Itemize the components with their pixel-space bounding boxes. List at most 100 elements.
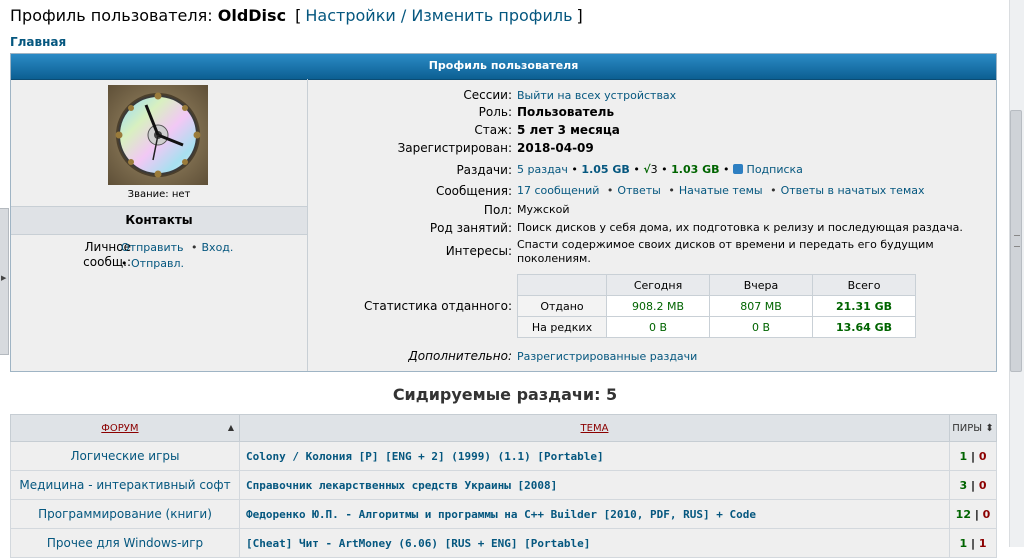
profile-panel: Профиль пользователя Звание: нет Контакт… — [10, 53, 997, 372]
bullet: • — [571, 163, 578, 176]
seeding-table: ФОРУМ ▲ ТЕМА ПИРЫ ⬍ Логические игры Colon… — [10, 414, 997, 558]
pm-sent-link[interactable]: Отправл. — [131, 257, 184, 270]
started-topics-link[interactable]: Начатые темы — [679, 184, 763, 197]
role-value: Пользователь — [517, 105, 615, 119]
stats-cell: 21.31 GB — [812, 295, 916, 317]
breadcrumb-home[interactable]: Главная — [10, 35, 66, 49]
pm-links: Отправить • Вход. • Отправл. — [121, 240, 233, 272]
forum-link[interactable]: Прочее для Windows-игр — [47, 536, 203, 550]
col-forum-label: ФОРУМ — [101, 422, 139, 434]
chevron-right-icon: ▶ — [1, 274, 7, 282]
pm-inbox-link[interactable]: Вход. — [202, 241, 234, 254]
registered-label: Зарегистрирован: — [397, 141, 512, 155]
sessions-label: Сессии: — [463, 88, 512, 102]
table-row: Медицина - интерактивный софт Справочник… — [10, 470, 997, 500]
replies-link[interactable]: Ответы — [617, 184, 660, 197]
forum-link[interactable]: Программирование (книги) — [38, 507, 212, 521]
stats-col-total: Всего — [812, 274, 916, 296]
stats-row-label: На редких — [517, 316, 607, 338]
bullet: • — [606, 184, 614, 197]
stats-cell: 0 B — [709, 316, 813, 338]
stats-corner — [517, 274, 607, 296]
stats-col-today: Сегодня — [606, 274, 710, 296]
topic-link[interactable]: Справочник лекарственных средств Украины… — [246, 479, 557, 492]
col-topic-label: ТЕМА — [580, 422, 609, 434]
table-row: Прочее для Windows-игр [Cheat] Чит - Art… — [10, 528, 997, 558]
sort-up-icon: ▲ — [227, 422, 234, 432]
interests-label: Интересы: — [445, 244, 512, 258]
occupation-label: Род занятий: — [429, 221, 512, 235]
stats-cell: 908.2 MB — [606, 295, 710, 317]
occupation-value: Поиск дисков у себя дома, их подготовка … — [517, 221, 963, 234]
bullet: • — [661, 163, 668, 176]
gender-label: Пол: — [483, 203, 512, 217]
stats-cell: 13.64 GB — [812, 316, 916, 338]
forum-link[interactable]: Логические игры — [71, 449, 180, 463]
leech-count: 0 — [982, 507, 991, 521]
left-sidebar-toggle[interactable]: ▶ — [0, 208, 9, 355]
avatar — [108, 85, 208, 185]
bullet: • — [633, 163, 640, 176]
logout-all-link[interactable]: Выйти на всех устройствах — [517, 89, 676, 102]
messages-count-link[interactable]: 17 сообщений — [517, 184, 599, 197]
edit-profile-link[interactable]: Настройки / Изменить профиль — [305, 6, 572, 25]
user-rank: Звание: нет — [127, 189, 191, 200]
seeding-title: Сидируемые раздачи: 5 — [392, 385, 618, 404]
profile-title: Профиль пользователя — [11, 54, 996, 80]
releases-label: Раздачи: — [456, 163, 512, 177]
table-row: Логические игры Colony / Колония [P] [EN… — [10, 441, 997, 471]
rss-icon — [733, 164, 744, 174]
upload-stats-table: Сегодня Вчера Всего Отдано 908.2 MB 807 … — [517, 274, 916, 338]
topic-link[interactable]: [Cheat] Чит - ArtMoney (6.06) [RUS + ENG… — [246, 537, 590, 550]
col-peers-header[interactable]: ПИРЫ ⬍ — [949, 414, 997, 442]
messages-label: Сообщения: — [435, 184, 512, 198]
bullet: • — [121, 257, 128, 270]
upload-stats-label: Статистика отданного: — [363, 299, 512, 313]
leech-count: 0 — [978, 449, 987, 463]
forum-link[interactable]: Медицина - интерактивный софт — [19, 478, 230, 492]
profile-info: Сессии: Выйти на всех устройствах Роль: … — [307, 79, 996, 371]
checked-count: 3 — [650, 163, 658, 176]
registered-value: 2018-04-09 — [517, 141, 594, 155]
topic-link[interactable]: Colony / Колония [P] [ENG + 2] (1999) (1… — [246, 450, 604, 463]
check-icon: √ — [643, 163, 651, 176]
unregistered-releases-link[interactable]: Разрегистрированные раздачи — [517, 350, 697, 363]
gender-value: Мужской — [517, 203, 570, 216]
stats-cell: 0 B — [606, 316, 710, 338]
stats-row-label: Отдано — [517, 295, 607, 317]
sort-icon: ⬍ — [985, 422, 994, 434]
releases-size: 1.05 GB — [581, 163, 630, 176]
seeds-count: 12 — [955, 507, 971, 521]
col-forum-header[interactable]: ФОРУМ ▲ — [10, 414, 240, 442]
table-row: Программирование (книги) Федоренко Ю.П. … — [10, 499, 997, 529]
vertical-scrollbar[interactable] — [1009, 0, 1024, 547]
tenure-label: Стаж: — [474, 123, 512, 137]
header-prefix: Профиль пользователя: — [10, 6, 213, 25]
page-header: Профиль пользователя: OldDisc [Настройки… — [10, 6, 587, 25]
leech-count: 0 — [978, 478, 987, 492]
header-username: OldDisc — [217, 6, 287, 25]
bullet: • — [191, 241, 198, 254]
leech-count: 1 — [978, 536, 987, 550]
topic-link[interactable]: Федоренко Ю.П. - Алгоритмы и программы н… — [246, 508, 756, 521]
extra-label: Дополнительно: — [408, 349, 512, 363]
profile-left-column: Звание: нет Контакты Личное сообщ.: Отпр… — [11, 79, 308, 371]
col-peers-label: ПИРЫ — [952, 422, 983, 434]
bracket-close: ] — [576, 6, 583, 25]
replies-in-topics-link[interactable]: Ответы в начатых темах — [781, 184, 925, 197]
scrollbar-grip-icon — [1014, 235, 1020, 247]
stats-cell: 807 MB — [709, 295, 813, 317]
pm-label: Личное сообщ.: — [83, 240, 131, 269]
pm-send-link[interactable]: Отправить — [121, 241, 184, 254]
contacts-title: Контакты — [11, 206, 307, 235]
col-topic-header[interactable]: ТЕМА — [239, 414, 950, 442]
bracket-open: [ — [295, 6, 302, 25]
subscribe-link[interactable]: Подписка — [747, 163, 803, 176]
seeds-count: 3 — [959, 478, 968, 492]
seeds-count: 1 — [959, 536, 968, 550]
tenure-value: 5 лет 3 месяца — [517, 123, 620, 137]
interests-value: Спасти содержимое своих дисков от времен… — [517, 238, 934, 265]
bullet: • — [668, 184, 675, 197]
stats-col-yesterday: Вчера — [709, 274, 813, 296]
releases-count-link[interactable]: 5 раздач — [517, 163, 568, 176]
